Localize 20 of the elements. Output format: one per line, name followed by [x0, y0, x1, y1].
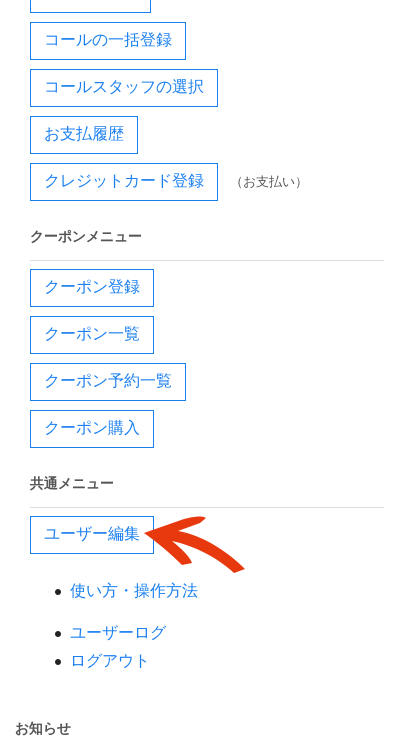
- bullet-icon: [55, 589, 61, 595]
- menu-button[interactable]: コールの一括登録: [30, 22, 186, 60]
- menu-link[interactable]: ログアウト: [70, 650, 150, 674]
- menu-button[interactable]: ユーザー編集: [30, 516, 154, 554]
- menu-link[interactable]: ユーザーログ: [70, 622, 166, 646]
- menu-button[interactable]: クーポン一覧: [30, 316, 154, 354]
- menu-button[interactable]: クレジットカード登録: [30, 163, 218, 201]
- section-heading: 共通メニュー: [30, 474, 115, 493]
- section-heading: お知らせ: [15, 719, 71, 736]
- bullet-icon: [55, 631, 61, 637]
- menu-button[interactable]: クーポン予約一覧: [30, 363, 186, 401]
- menu-button[interactable]: お支払履歴: [30, 116, 138, 154]
- note-text: （お支払い）: [230, 173, 308, 192]
- menu-button[interactable]: クーポン登録: [30, 269, 154, 307]
- section-heading: クーポンメニュー: [30, 227, 143, 246]
- menu-button[interactable]: [30, 0, 151, 13]
- bullet-icon: [55, 659, 61, 665]
- menu-button[interactable]: クーポン購入: [30, 410, 154, 448]
- menu-button[interactable]: コールスタッフの選択: [30, 69, 218, 107]
- menu-link[interactable]: 使い方・操作方法: [70, 580, 198, 604]
